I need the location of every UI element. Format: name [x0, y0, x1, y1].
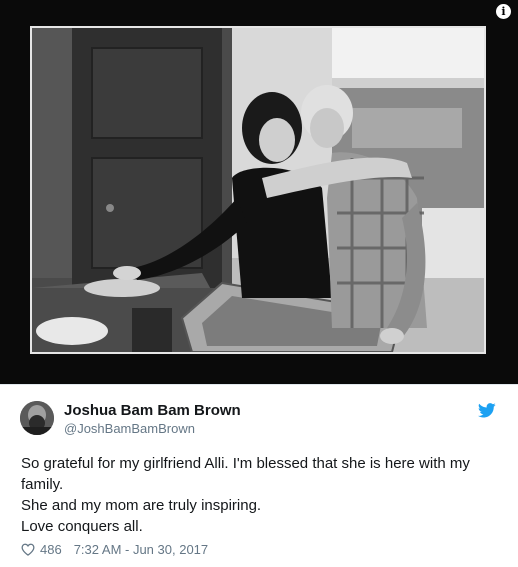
tweet-meta: 486 7:32 AM - Jun 30, 2017	[21, 542, 208, 557]
tweet-line: So grateful for my girlfriend Alli. I'm …	[21, 455, 470, 493]
like-count[interactable]: 486	[40, 542, 62, 557]
tweet-line: She and my mom are truly inspiring.	[21, 497, 262, 514]
tweet-line: Love conquers all.	[21, 518, 143, 535]
tweet-card: Joshua Bam Bam Brown @JoshBamBamBrown So…	[0, 384, 518, 567]
twitter-bird-icon[interactable]	[478, 403, 496, 418]
tweet-photo[interactable]	[30, 26, 486, 354]
avatar[interactable]	[20, 401, 54, 435]
user-handle[interactable]: @JoshBamBamBrown	[64, 421, 195, 436]
embedded-photo-frame: i	[0, 0, 518, 384]
info-icon[interactable]: i	[496, 4, 511, 19]
photo-illustration	[32, 28, 484, 352]
heart-icon[interactable]	[21, 543, 35, 556]
tweet-text: So grateful for my girlfriend Alli. I'm …	[21, 453, 491, 537]
display-name[interactable]: Joshua Bam Bam Brown	[64, 402, 241, 419]
tweet-timestamp[interactable]: 7:32 AM - Jun 30, 2017	[74, 542, 208, 557]
